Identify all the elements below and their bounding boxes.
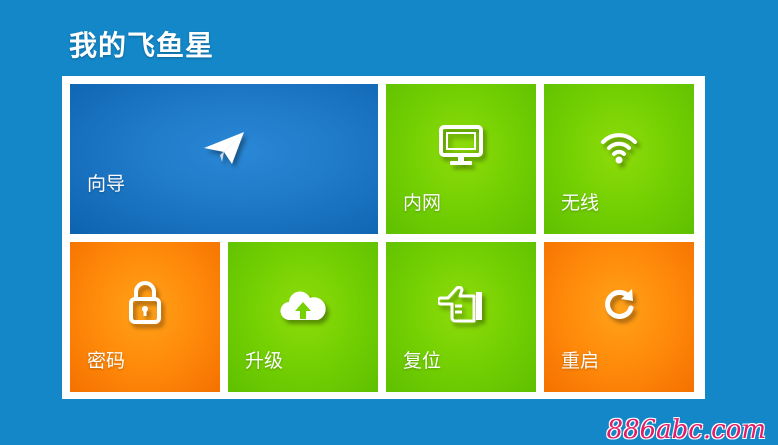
tile-password-label: 密码: [87, 350, 126, 372]
page-title: 我的飞鱼星: [69, 29, 215, 62]
tile-reset[interactable]: 复位: [386, 242, 536, 392]
cloud-upload-icon: [280, 290, 326, 326]
tile-lan[interactable]: 内网: [386, 84, 536, 234]
tile-wireless[interactable]: 无线: [544, 84, 694, 234]
padlock-icon: [128, 280, 162, 328]
watermark-text: 886abc.com: [606, 415, 766, 445]
wifi-icon: [599, 128, 639, 168]
monitor-icon: [438, 124, 484, 170]
tile-reset-label: 复位: [403, 350, 442, 372]
tile-panel: 向导 内网 无线 密码 升级 复位 重启: [62, 76, 705, 399]
refresh-icon: [601, 286, 637, 326]
tile-wireless-label: 无线: [561, 192, 600, 214]
tile-lan-label: 内网: [403, 192, 442, 214]
tile-upgrade[interactable]: 升级: [228, 242, 378, 392]
tile-reboot-label: 重启: [561, 350, 600, 372]
tile-upgrade-label: 升级: [245, 350, 284, 372]
tile-reboot[interactable]: 重启: [544, 242, 694, 392]
tile-wizard[interactable]: 向导: [70, 84, 378, 234]
tile-password[interactable]: 密码: [70, 242, 220, 392]
paper-plane-icon: [202, 128, 246, 172]
pointing-hand-icon: [436, 285, 484, 328]
tile-wizard-label: 向导: [87, 173, 126, 195]
